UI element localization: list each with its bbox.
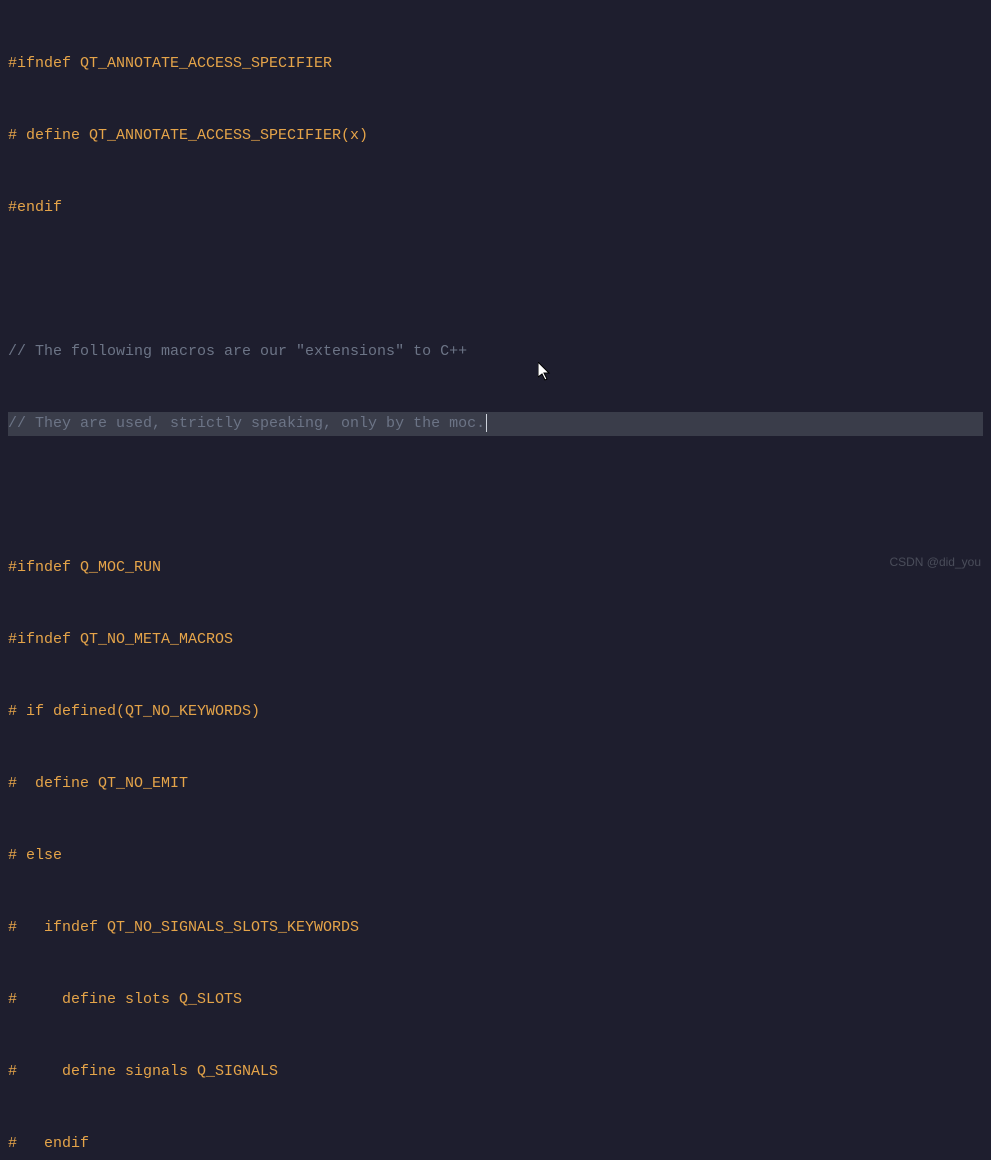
watermark: CSDN @did_you [889, 550, 981, 574]
code-line: # else [8, 844, 983, 868]
preprocessor-directive: #ifndef QT_NO_META_MACROS [8, 631, 233, 648]
preprocessor-directive: # define QT_NO_EMIT [8, 775, 188, 792]
code-line: # define QT_NO_EMIT [8, 772, 983, 796]
code-line: # define slots Q_SLOTS [8, 988, 983, 1012]
preprocessor-directive: # endif [8, 1135, 89, 1152]
text-cursor [486, 414, 487, 432]
code-line: # endif [8, 1132, 983, 1156]
preprocessor-directive: #ifndef Q_MOC_RUN [8, 559, 161, 576]
code-line: #ifndef QT_ANNOTATE_ACCESS_SPECIFIER [8, 52, 983, 76]
code-line: # if defined(QT_NO_KEYWORDS) [8, 700, 983, 724]
blank-line [8, 484, 983, 508]
code-line-active: // They are used, strictly speaking, onl… [8, 412, 983, 436]
comment: // They are used, strictly speaking, onl… [8, 415, 485, 432]
blank-line [8, 268, 983, 292]
code-line: # define QT_ANNOTATE_ACCESS_SPECIFIER(x) [8, 124, 983, 148]
code-line: // The following macros are our "extensi… [8, 340, 983, 364]
preprocessor-directive: # else [8, 847, 62, 864]
code-line: #endif [8, 196, 983, 220]
preprocessor-directive: # ifndef QT_NO_SIGNALS_SLOTS_KEYWORDS [8, 919, 359, 936]
code-line: #ifndef QT_NO_META_MACROS [8, 628, 983, 652]
preprocessor-directive: # if defined(QT_NO_KEYWORDS) [8, 703, 260, 720]
code-line: # define signals Q_SIGNALS [8, 1060, 983, 1084]
preprocessor-directive: #endif [8, 199, 62, 216]
comment: // The following macros are our "extensi… [8, 343, 467, 360]
preprocessor-directive: #ifndef QT_ANNOTATE_ACCESS_SPECIFIER [8, 55, 332, 72]
preprocessor-directive: # define signals Q_SIGNALS [8, 1063, 278, 1080]
preprocessor-directive: # define slots Q_SLOTS [8, 991, 242, 1008]
preprocessor-directive: # define QT_ANNOTATE_ACCESS_SPECIFIER(x) [8, 127, 368, 144]
code-line: #ifndef Q_MOC_RUN [8, 556, 983, 580]
code-editor[interactable]: #ifndef QT_ANNOTATE_ACCESS_SPECIFIER # d… [0, 0, 991, 1160]
code-line: # ifndef QT_NO_SIGNALS_SLOTS_KEYWORDS [8, 916, 983, 940]
